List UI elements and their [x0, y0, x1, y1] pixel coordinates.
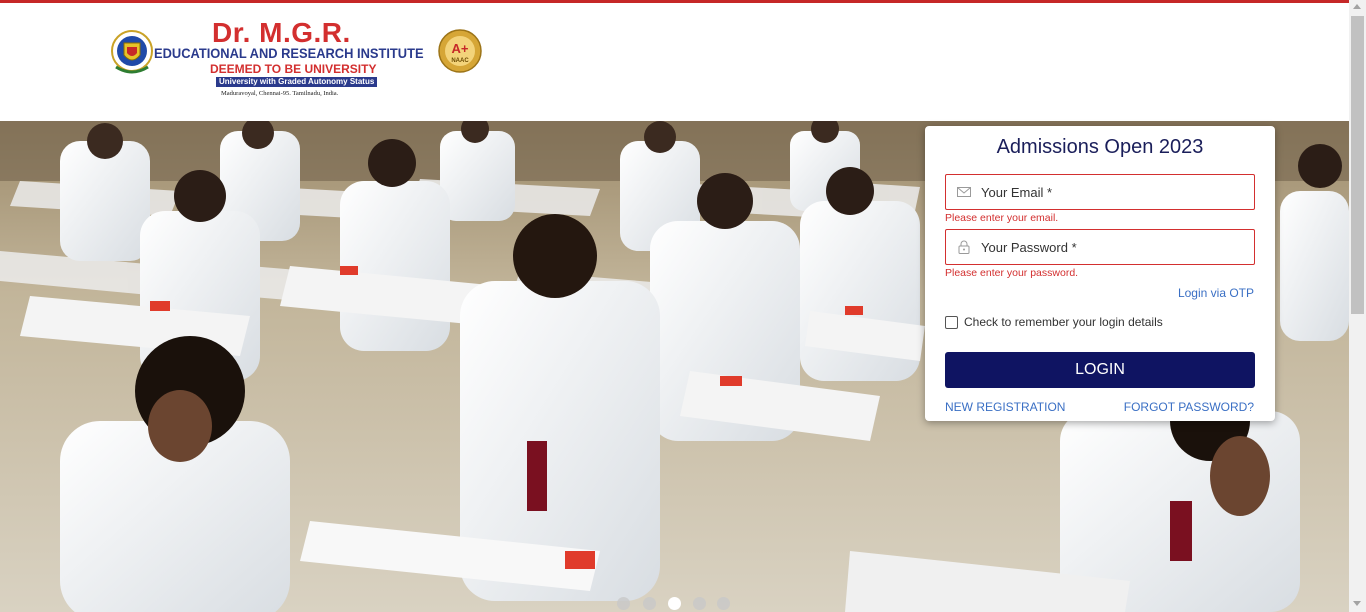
university-seal-icon	[111, 30, 153, 74]
email-field[interactable]: Your Email *	[945, 174, 1255, 210]
remember-checkbox[interactable]	[945, 316, 958, 329]
email-placeholder: Your Email *	[981, 185, 1053, 200]
carousel-dot[interactable]	[617, 597, 630, 610]
logo-address: Maduravoyal, Chennai-95. Tamilnadu, Indi…	[221, 90, 339, 97]
logo-deemed-university: DEEMED TO BE UNIVERSITY	[210, 62, 377, 76]
scroll-up-arrow-icon[interactable]	[1353, 4, 1361, 9]
login-button[interactable]: LOGIN	[945, 352, 1255, 388]
page: Dr. M.G.R. EDUCATIONAL AND RESEARCH INST…	[0, 0, 1366, 612]
admissions-title: Admissions Open 2023	[996, 136, 1204, 158]
envelope-icon	[957, 187, 971, 197]
carousel-dot-active[interactable]	[668, 597, 681, 610]
naac-grade: A+	[452, 41, 469, 56]
new-registration-link[interactable]: NEW REGISTRATION	[945, 400, 1065, 414]
forgot-password-link[interactable]: FORGOT PASSWORD?	[1124, 400, 1254, 414]
logo-autonomy-status: University with Graded Autonomy Status	[216, 77, 378, 87]
scrollbar-thumb[interactable]	[1351, 16, 1364, 314]
logo-institute-name: EDUCATIONAL AND RESEARCH INSTITUTE	[154, 45, 424, 61]
carousel-dot[interactable]	[693, 597, 706, 610]
password-error-message: Please enter your password.	[945, 267, 1079, 279]
naac-label: NAAC	[451, 58, 469, 64]
remember-label: Check to remember your login details	[964, 315, 1163, 329]
carousel-dot[interactable]	[643, 597, 656, 610]
lock-icon	[958, 240, 970, 254]
page-scrollbar[interactable]	[1349, 0, 1366, 612]
login-via-otp-link[interactable]: Login via OTP	[1178, 286, 1254, 300]
password-field[interactable]: Your Password *	[945, 229, 1255, 265]
site-header: Dr. M.G.R. EDUCATIONAL AND RESEARCH INST…	[0, 3, 1349, 121]
login-card: Admissions Open 2023 Your Email * Please…	[925, 126, 1275, 421]
carousel-dot[interactable]	[717, 597, 730, 610]
scroll-down-arrow-icon[interactable]	[1353, 601, 1361, 606]
naac-badge-icon: A+ NAAC	[438, 29, 482, 73]
email-error-message: Please enter your email.	[945, 212, 1059, 224]
password-placeholder: Your Password *	[981, 240, 1077, 255]
university-logo[interactable]: Dr. M.G.R. EDUCATIONAL AND RESEARCH INST…	[108, 17, 488, 99]
